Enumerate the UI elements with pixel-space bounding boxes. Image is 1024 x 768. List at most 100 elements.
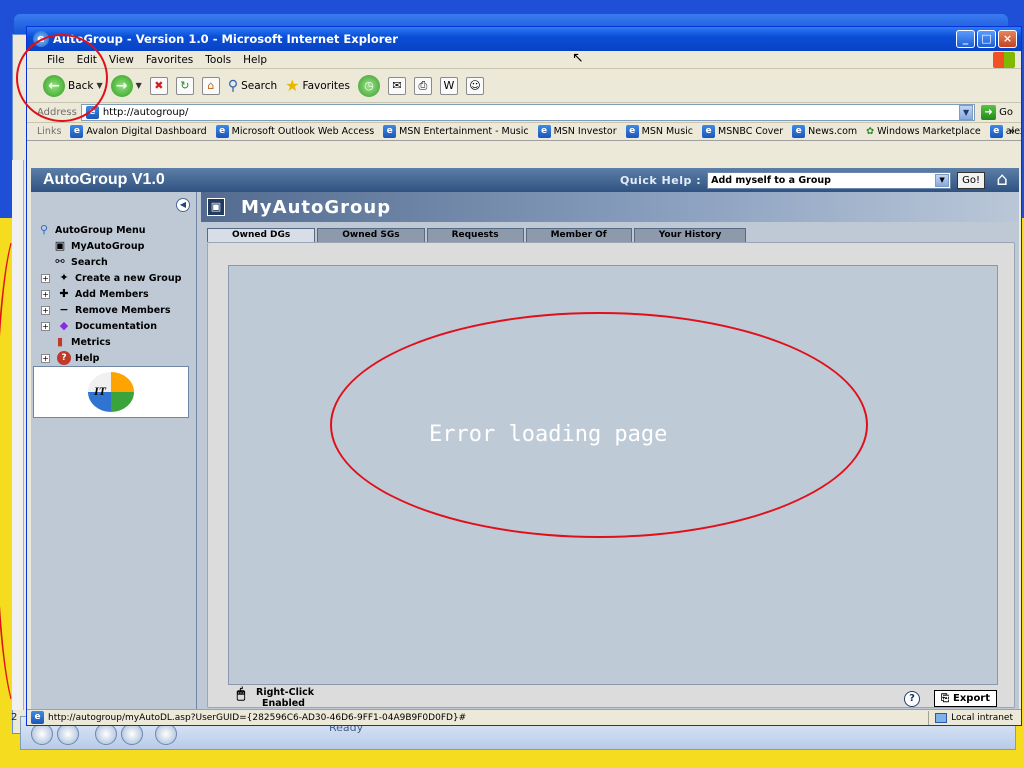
- menu-help[interactable]: Help: [243, 54, 267, 66]
- sidebar-item-add-members[interactable]: + ✚ Add Members: [37, 286, 181, 302]
- sidebar-item-help[interactable]: + ? Help: [37, 350, 181, 366]
- search-icon: ⚲: [227, 77, 239, 94]
- tab-owned-sgs[interactable]: Owned SGs: [317, 228, 425, 242]
- sidebar-item-label: Help: [75, 352, 100, 364]
- quick-help-label: Quick Help :: [619, 173, 702, 187]
- close-button[interactable]: ×: [998, 30, 1017, 48]
- link-label: MSNBC Cover: [718, 126, 784, 137]
- app-header: AutoGroup V1.0 Quick Help : Add myself t…: [31, 168, 1019, 192]
- print-icon[interactable]: ⎙: [413, 76, 432, 95]
- address-bar: Address e http://autogroup/ ▼ ➜ Go: [27, 103, 1021, 123]
- address-input[interactable]: e http://autogroup/: [80, 104, 976, 121]
- link-item[interactable]: e News.com: [792, 125, 857, 138]
- previous-icon[interactable]: [95, 723, 117, 745]
- status-bar: e http://autogroup/myAutoDL.asp?UserGUID…: [27, 709, 1021, 725]
- messenger-icon[interactable]: ☺: [465, 76, 484, 95]
- page-icon: e: [215, 125, 229, 138]
- intranet-zone-icon: [935, 713, 948, 723]
- expand-plus-icon[interactable]: +: [41, 273, 50, 283]
- sidebar-item-label: MyAutoGroup: [71, 240, 145, 252]
- right-click-line1: Right-Click: [256, 687, 315, 698]
- search-button[interactable]: ⚲ Search: [228, 78, 277, 94]
- volume-icon[interactable]: [155, 723, 177, 745]
- mouse-icon: 🖱: [236, 686, 246, 702]
- quick-help-go-button[interactable]: Go!: [957, 171, 985, 189]
- mail-icon[interactable]: ✉: [387, 76, 406, 95]
- edit-word-icon[interactable]: W: [439, 76, 458, 95]
- sidebar-item-remove-members[interactable]: + − Remove Members: [37, 302, 181, 318]
- search-label: Search: [241, 79, 278, 92]
- annotation-ellipse-error: [330, 312, 868, 538]
- new-group-icon: ✦: [59, 271, 69, 284]
- tab-member-of[interactable]: Member Of: [525, 228, 632, 242]
- play-icon[interactable]: [31, 723, 53, 745]
- maximize-button[interactable]: □: [977, 30, 996, 48]
- link-item[interactable]: e MSN Entertainment - Music: [383, 125, 529, 138]
- windows-marketplace-icon: ✿: [866, 126, 875, 137]
- link-item[interactable]: ealex pdc: [989, 125, 1021, 138]
- sidebar-item-search[interactable]: ⚯ Search: [37, 254, 181, 270]
- next-icon[interactable]: [121, 723, 143, 745]
- sidebar-item-documentation[interactable]: + ◆ Documentation: [37, 318, 181, 334]
- tab-your-history[interactable]: Your History: [633, 228, 747, 242]
- stop-icon[interactable]: [57, 723, 79, 745]
- sidebar-item-create-group[interactable]: + ✦ Create a new Group: [37, 270, 181, 286]
- group-icon: ▣: [54, 239, 66, 252]
- home-icon[interactable]: ⌂: [991, 171, 1013, 189]
- quick-help-value: Add myself to a Group: [711, 174, 831, 186]
- help-icon[interactable]: ?: [904, 691, 920, 707]
- sidebar-item-label: Search: [71, 256, 108, 268]
- go-button[interactable]: ➜ Go: [981, 105, 1013, 120]
- minimize-button[interactable]: _: [956, 30, 975, 48]
- links-label: Links: [37, 126, 62, 137]
- sidebar-item-label: Documentation: [75, 320, 157, 332]
- link-item[interactable]: e MSNBC Cover: [702, 125, 783, 138]
- collapse-sidebar-icon[interactable]: ◀: [176, 198, 190, 212]
- link-item[interactable]: e MSN Music: [625, 125, 693, 138]
- content-title: MyAutoGroup: [241, 196, 392, 218]
- tab-owned-dgs[interactable]: Owned DGs: [207, 228, 316, 242]
- link-item[interactable]: e MSN Investor: [537, 125, 617, 138]
- forward-button[interactable]: → ▼: [110, 74, 142, 97]
- export-label: Export: [953, 693, 991, 704]
- stop-icon[interactable]: ✖: [149, 76, 168, 95]
- expand-plus-icon[interactable]: +: [41, 321, 50, 331]
- refresh-icon[interactable]: ↻: [175, 76, 194, 95]
- links-more-chevron-icon[interactable]: »: [1009, 126, 1015, 137]
- sidebar-item-myautogroup[interactable]: ▣ MyAutoGroup: [37, 238, 181, 254]
- menu-view[interactable]: View: [109, 54, 134, 66]
- export-icon: ⎘: [941, 693, 949, 704]
- menu-favorites[interactable]: Favorites: [146, 54, 193, 66]
- sidebar-root-label: AutoGroup Menu: [55, 224, 146, 236]
- expand-plus-icon[interactable]: +: [41, 305, 50, 315]
- forward-dropdown-icon[interactable]: ▼: [136, 81, 142, 90]
- logo-text: IT: [94, 384, 106, 398]
- annotation-ellipse-back: [16, 34, 108, 122]
- forward-arrow-icon: →: [110, 74, 133, 97]
- page-icon: e: [625, 125, 639, 138]
- link-item[interactable]: e Microsoft Outlook Web Access: [215, 125, 374, 138]
- app-brand: AutoGroup V1.0: [43, 171, 165, 188]
- link-item[interactable]: e Avalon Digital Dashboard: [70, 125, 207, 138]
- right-click-indicator: 🖱 Right-Click Enabled: [232, 687, 314, 709]
- mouse-cursor-icon: ↖: [572, 50, 584, 66]
- favorites-button[interactable]: ★ Favorites: [285, 76, 350, 95]
- history-icon[interactable]: ◷: [357, 74, 380, 97]
- tab-requests[interactable]: Requests: [426, 228, 524, 242]
- quick-help-select[interactable]: Add myself to a Group ▼: [707, 171, 952, 189]
- home-icon[interactable]: ⌂: [201, 76, 220, 95]
- globe-logo-icon: IT: [88, 372, 134, 412]
- address-dropdown-icon[interactable]: ▼: [959, 105, 974, 120]
- link-item[interactable]: ✿ Windows Marketplace: [866, 126, 981, 137]
- sidebar-item-metrics[interactable]: ▮ Metrics: [37, 334, 181, 350]
- menu-tools[interactable]: Tools: [205, 54, 231, 66]
- export-button[interactable]: ⎘ Export: [934, 690, 998, 707]
- page-icon: e: [702, 125, 716, 138]
- documentation-icon: ◆: [59, 319, 69, 332]
- address-url: http://autogroup/: [102, 107, 189, 118]
- expand-plus-icon[interactable]: +: [41, 289, 50, 299]
- sidebar-root[interactable]: ⚲ AutoGroup Menu: [37, 222, 181, 238]
- links-bar: Links e Avalon Digital Dashboard e Microso…: [27, 123, 1021, 141]
- link-label: MSN Investor: [553, 126, 617, 137]
- browser-titlebar: e AutoGroup - Version 1.0 - Microsoft In…: [27, 27, 1021, 51]
